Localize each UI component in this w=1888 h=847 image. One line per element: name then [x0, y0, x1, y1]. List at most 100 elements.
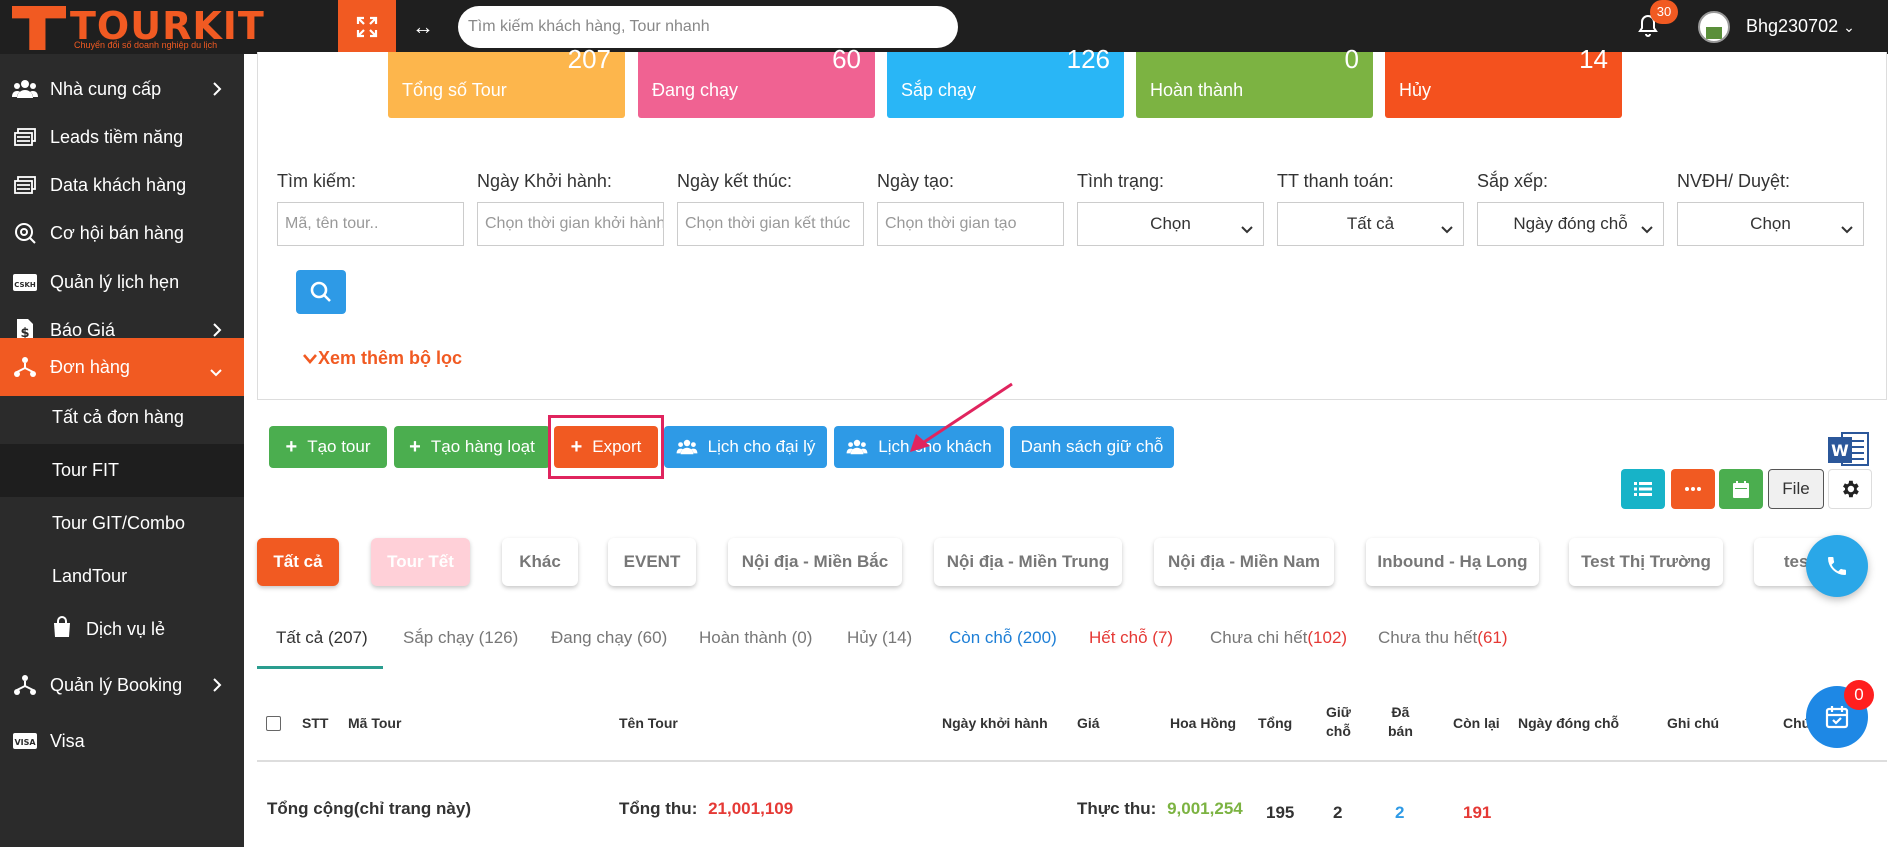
select-all-checkbox[interactable] [266, 716, 281, 731]
search-button[interactable] [296, 270, 346, 314]
svg-text:W: W [1831, 441, 1849, 460]
revenue-value: 21,001,109 [708, 799, 794, 818]
stat-card-total[interactable]: 207 Tổng số Tour [388, 44, 625, 118]
column-header-note[interactable]: Ghi chú [1667, 715, 1719, 731]
gear-icon [1843, 480, 1859, 498]
users-icon [676, 439, 698, 455]
actual-label: Thực thu: [1077, 799, 1157, 818]
filter-sort-label: Sắp xếp: [1477, 171, 1549, 191]
column-header-remaining[interactable]: Còn lại [1453, 715, 1500, 731]
sidebar-item-orders[interactable]: Đơn hàng [0, 338, 244, 396]
agent-schedule-button[interactable]: Lịch cho đại lý [664, 426, 827, 468]
calendar-check-icon [1825, 706, 1849, 729]
chevron-right-icon [212, 80, 222, 101]
column-header-stt[interactable]: STT [302, 715, 328, 731]
sidebar-subitem-label: Tour FIT [52, 460, 120, 480]
users-icon [12, 78, 38, 100]
sold-seats: 2 [1395, 803, 1405, 822]
search-tour-input[interactable]: Mã, tên tour.. [277, 202, 464, 246]
visa-card-icon: VISA [12, 730, 38, 752]
status-tab-all[interactable]: Tất cả (207) [276, 628, 368, 648]
status-tab-full[interactable]: Hết chỗ (7) [1089, 628, 1173, 648]
sidebar-subitem-tour-fit[interactable]: Tour FIT [0, 444, 244, 497]
status-tab-running[interactable]: Đang chạy (60) [551, 628, 667, 648]
call-button[interactable] [1806, 535, 1868, 597]
user-menu[interactable]: Bhg230702 ⌄ [1746, 16, 1855, 37]
category-tab[interactable]: Inbound - Hạ Long [1366, 538, 1539, 586]
sidebar-subitem-services[interactable]: Dịch vụ lẻ [0, 603, 244, 656]
chevron-down-icon [303, 353, 317, 364]
global-search-input[interactable] [458, 6, 958, 48]
sidebar-item-booking[interactable]: Quản lý Booking [0, 656, 244, 714]
fullscreen-button[interactable] [338, 0, 396, 54]
actual-total: Thực thu: 9,001,254 [1077, 799, 1243, 819]
export-button[interactable]: + Export [554, 426, 658, 468]
status-tab-available[interactable]: Còn chỗ (200) [949, 628, 1057, 648]
column-header-departure[interactable]: Ngày khởi hành [942, 715, 1048, 731]
phone-icon [1828, 557, 1846, 575]
status-tab-cancelled[interactable]: Hủy (14) [847, 628, 912, 648]
sidebar-item-label: Đơn hàng [50, 356, 130, 377]
column-header-price[interactable]: Giá [1077, 715, 1100, 731]
stat-card-upcoming[interactable]: 126 Sắp chạy [887, 44, 1124, 118]
column-header-total[interactable]: Tổng [1258, 715, 1292, 731]
sidebar-item-visa[interactable]: VISA Visa [0, 712, 244, 770]
sidebar-toggle-icon[interactable]: ↔ [412, 14, 434, 40]
sort-select[interactable]: Ngày đóng chỗ [1477, 202, 1664, 246]
staff-select[interactable]: Chọn [1677, 202, 1864, 246]
stat-card-cancelled[interactable]: 14 Hủy [1385, 44, 1622, 118]
plus-icon: + [285, 435, 298, 458]
stat-card-running[interactable]: 60 Đang chạy [638, 44, 875, 118]
avatar[interactable] [1698, 11, 1730, 43]
sidebar-item-label: Quản lý Booking [50, 674, 183, 695]
status-tab-upcoming[interactable]: Sắp chạy (126) [403, 628, 518, 648]
status-select[interactable]: Chọn [1077, 202, 1264, 246]
word-document-icon[interactable]: W [1828, 429, 1870, 469]
category-tab[interactable]: Nội địa - Miền Bắc [728, 538, 902, 586]
status-tab-unpaid-cost[interactable]: Chưa chi hết(102) [1210, 628, 1347, 648]
category-tab[interactable]: Tour Tết [371, 538, 470, 586]
more-filters-link[interactable]: Xem thêm bộ lọc [302, 348, 462, 369]
category-tab[interactable]: Nội địa - Miền Trung [934, 538, 1122, 586]
actual-value: 9,001,254 [1167, 799, 1243, 818]
sidebar-subitem-tour-git[interactable]: Tour GIT/Combo [0, 497, 244, 550]
logo-mark [12, 6, 66, 50]
sidebar-subitem-all-orders[interactable]: Tất cả đơn hàng [0, 391, 244, 444]
column-header-close-date[interactable]: Ngày đóng chỗ [1518, 715, 1619, 731]
status-tab-uncollected[interactable]: Chưa thu hết(61) [1378, 628, 1508, 648]
filter-start-date-label: Ngày Khởi hành: [477, 171, 612, 191]
column-header-name[interactable]: Tên Tour [619, 715, 678, 731]
create-tour-button[interactable]: + Tạo tour [269, 426, 387, 468]
column-header-code[interactable]: Mã Tour [348, 715, 401, 731]
settings-button[interactable] [1828, 469, 1872, 509]
chevron-down-icon: ⌄ [1843, 19, 1855, 35]
list-view-button[interactable] [1621, 469, 1665, 509]
chevron-down-icon [1841, 219, 1853, 239]
stat-card-completed[interactable]: 0 Hoàn thành [1136, 44, 1373, 118]
sort-select-value: Ngày đóng chỗ [1513, 214, 1628, 233]
end-date-picker[interactable]: Chọn thời gian kết thúc [677, 202, 864, 246]
ellipsis-icon [1685, 487, 1701, 491]
create-batch-button[interactable]: + Tạo hàng loạt [394, 426, 550, 468]
hold-list-button[interactable]: Danh sách giữ chỗ [1010, 426, 1174, 468]
status-tab-completed[interactable]: Hoàn thành (0) [699, 628, 812, 648]
sidebar-subitem-label: Dịch vụ lẻ [86, 619, 166, 639]
more-options-button[interactable] [1671, 469, 1715, 509]
start-date-picker[interactable]: Chọn thời gian khởi hành [477, 202, 664, 246]
category-tab[interactable]: Tất cả [257, 538, 339, 586]
column-header-hold[interactable]: Giữ chỗ [1326, 704, 1351, 739]
file-button[interactable]: File [1768, 469, 1824, 509]
category-tab[interactable]: Khác [502, 538, 578, 586]
column-header-commission[interactable]: Hoa Hồng [1170, 715, 1236, 731]
created-date-picker[interactable]: Chọn thời gian tạo [877, 202, 1064, 246]
category-tab[interactable]: Nội địa - Miền Nam [1154, 538, 1334, 586]
column-header-sold[interactable]: Đã bán [1388, 704, 1413, 739]
sidebar-subitem-landtour[interactable]: LandTour [0, 550, 244, 603]
category-tab[interactable]: EVENT [608, 538, 696, 586]
calendar-view-button[interactable] [1719, 469, 1763, 509]
payment-select[interactable]: Tất cả [1277, 202, 1464, 246]
category-tab[interactable]: Test Thị Trường [1569, 538, 1723, 586]
sidebar-item-label: Data khách hàng [50, 174, 187, 195]
logo[interactable]: TOURKIT Chuyển đổi số doanh nghiệp du lị… [8, 2, 264, 52]
sidebar-item-label: Quản lý lịch hẹn [50, 271, 180, 292]
